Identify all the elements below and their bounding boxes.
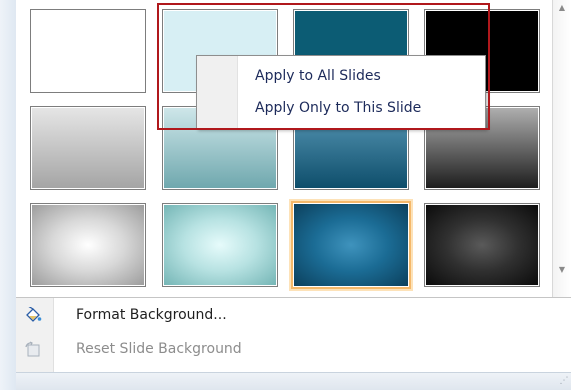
left-pane-edge [0, 0, 17, 390]
swatch-white[interactable] [30, 9, 146, 93]
gallery-scrollbar[interactable]: ▲ ▼ [552, 0, 571, 297]
background-styles-gallery [16, 0, 552, 297]
scroll-down-arrow-icon[interactable]: ▼ [553, 262, 571, 278]
scroll-up-arrow-icon[interactable]: ▲ [553, 0, 571, 16]
reset-background-icon [24, 341, 42, 359]
reset-slide-background-item[interactable]: Reset Slide Background [16, 335, 571, 365]
apply-to-all-slides-label: Apply to All Slides [255, 68, 381, 84]
swatch-blue-radial[interactable] [291, 201, 411, 289]
apply-context-menu: Apply to All Slides Apply Only to This S… [196, 55, 486, 129]
resize-grip-icon[interactable]: ⋰ [559, 376, 569, 386]
swatch-gray-radial[interactable] [30, 203, 146, 287]
apply-to-all-slides-item[interactable]: Apply to All Slides [197, 62, 485, 92]
format-background-label: Format Background... [76, 307, 227, 323]
swatch-black-radial[interactable] [424, 203, 540, 287]
format-background-item[interactable]: Format Background... [16, 301, 571, 331]
gallery-resize-bar: ⋰ [16, 372, 571, 390]
swatch-gray-linear[interactable] [30, 106, 146, 190]
apply-only-to-this-slide-label: Apply Only to This Slide [255, 100, 422, 116]
reset-slide-background-label: Reset Slide Background [76, 341, 242, 357]
apply-only-to-this-slide-item[interactable]: Apply Only to This Slide [197, 94, 485, 124]
paint-bucket-icon [24, 305, 42, 325]
swatch-teal-radial[interactable] [162, 203, 278, 287]
